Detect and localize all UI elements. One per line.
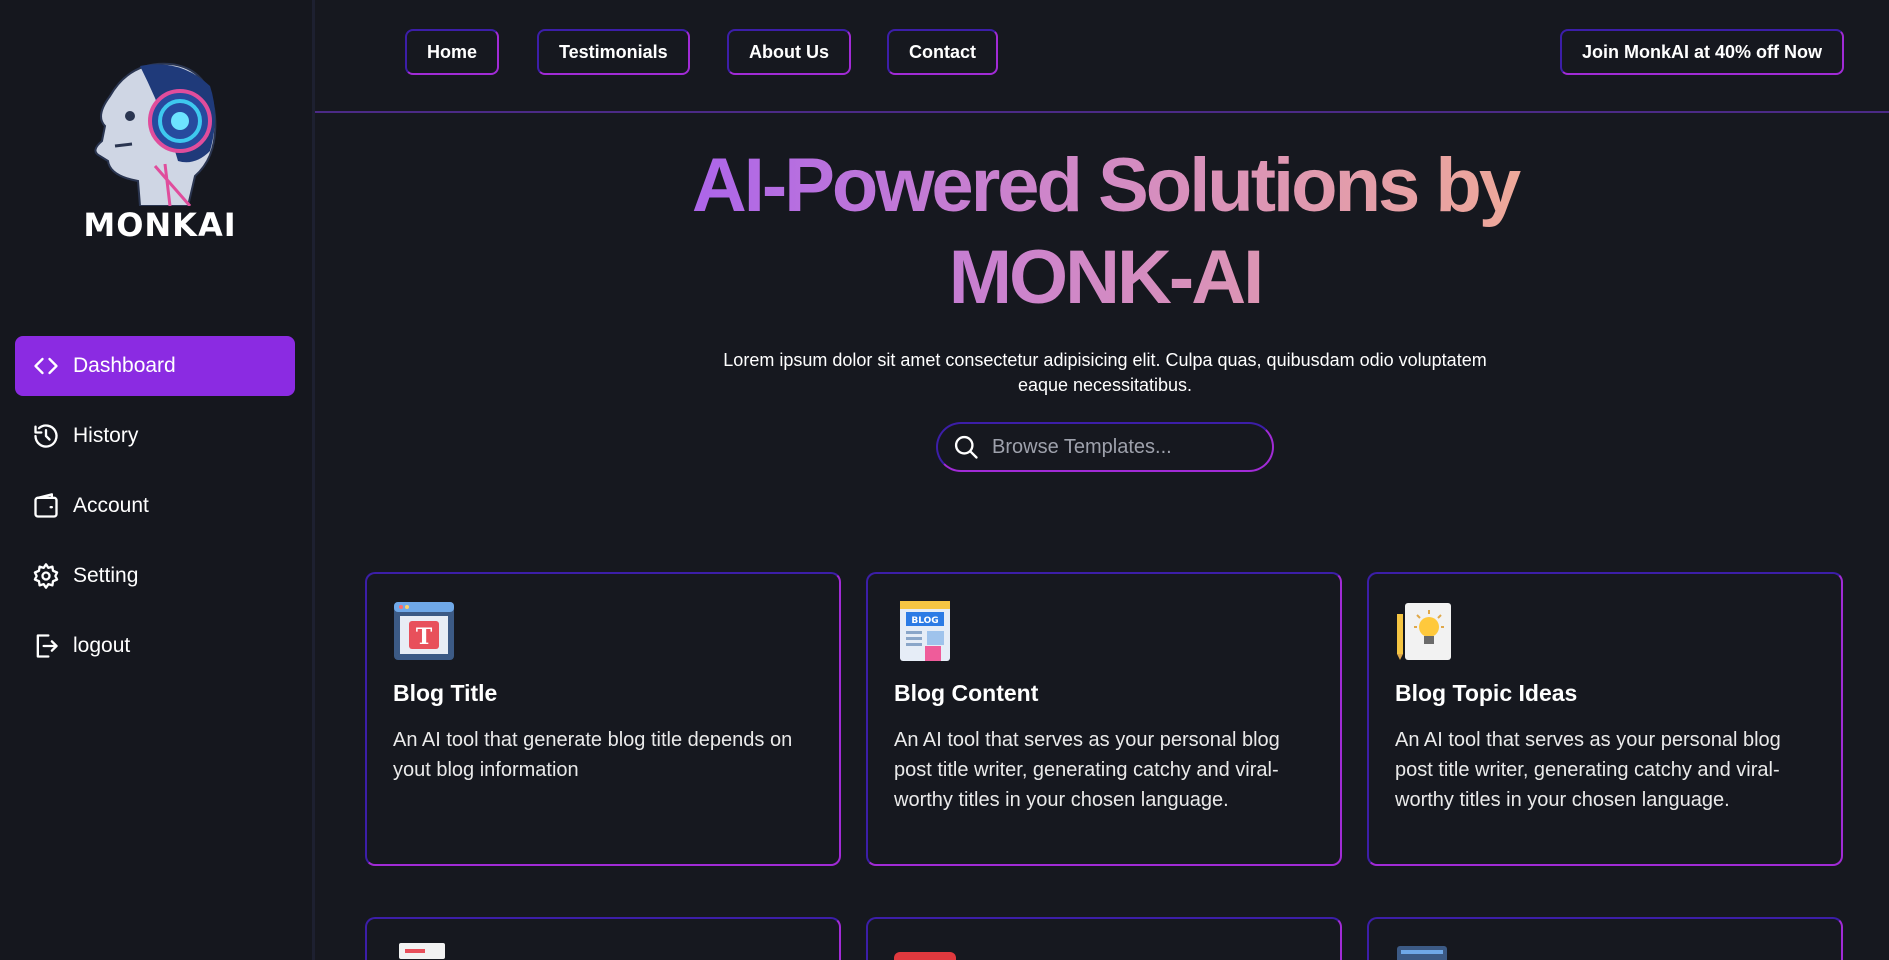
brand-name: MONKAI [83, 206, 237, 244]
hero-title-line1: AI-Powered Solutions by [691, 143, 1519, 228]
sidebar-item-account[interactable]: Account [15, 476, 295, 536]
sidebar-item-label: Setting [73, 564, 139, 587]
search-icon [954, 435, 978, 459]
sidebar-item-label: History [73, 424, 139, 447]
search-input[interactable] [992, 435, 1242, 459]
robot-head-icon [94, 62, 217, 207]
card-title: Blog Topic Ideas [1395, 680, 1578, 706]
template-card-blog-content[interactable]: BLOG Blog Content An AI tool that serves… [866, 572, 1342, 866]
template-card[interactable] [866, 917, 1342, 960]
sidebar-item-label: Account [73, 494, 149, 517]
template-search[interactable] [936, 422, 1274, 472]
nav-link-contact[interactable]: Contact [887, 29, 998, 75]
nav-link-about-us[interactable]: About Us [727, 29, 851, 75]
card-description: An AI tool that generate blog title depe… [393, 729, 793, 781]
logout-icon [31, 631, 61, 661]
browser-icon [1397, 946, 1447, 960]
sidebar: MONKAI Dashboard History Account Setting [0, 0, 315, 960]
logo[interactable]: MONKAI [70, 56, 250, 246]
sidebar-item-dashboard[interactable]: Dashboard [15, 336, 295, 396]
sidebar-item-history[interactable]: History [15, 406, 295, 466]
card-title: Blog Title [393, 680, 498, 706]
template-card[interactable] [365, 917, 841, 960]
nav-link-home[interactable]: Home [405, 29, 500, 75]
card-title: Blog Content [894, 680, 1039, 706]
svg-text:BLOG: BLOG [911, 616, 938, 626]
template-card[interactable] [1367, 917, 1843, 960]
blog-content-icon: BLOG [894, 600, 956, 662]
sidebar-item-label: logout [73, 634, 131, 657]
hero-subtitle: Lorem ipsum dolor sit amet consectetur a… [723, 350, 1487, 395]
youtube-icon [894, 952, 956, 960]
sidebar-nav: Dashboard History Account Setting logout [15, 336, 295, 686]
top-navbar: Home Testimonials About Us Contact Join … [315, 0, 1889, 113]
hero-title: AI-Powered Solutions by MONK-AI [590, 140, 1620, 324]
hero-title-line2: MONK-AI [948, 235, 1262, 320]
card-description: An AI tool that serves as your personal … [1395, 729, 1781, 811]
sidebar-item-setting[interactable]: Setting [15, 546, 295, 606]
sidebar-item-label: Dashboard [73, 354, 176, 377]
gear-icon [31, 561, 61, 591]
svg-text:T: T [416, 624, 433, 650]
sidebar-item-logout[interactable]: logout [15, 616, 295, 676]
history-icon [31, 421, 61, 451]
card-description: An AI tool that serves as your personal … [894, 729, 1280, 811]
wallet-icon [31, 491, 61, 521]
template-card-blog-title[interactable]: T Blog Title An AI tool that generate bl… [365, 572, 841, 866]
lightbulb-icon [1395, 600, 1457, 662]
code-icon [31, 351, 61, 381]
template-card-blog-topic-ideas[interactable]: Blog Topic Ideas An AI tool that serves … [1367, 572, 1843, 866]
nav-link-testimonials[interactable]: Testimonials [537, 29, 690, 75]
article-icon [399, 943, 445, 959]
join-cta-button[interactable]: Join MonkAI at 40% off Now [1560, 29, 1845, 75]
blog-title-icon: T [393, 600, 455, 662]
